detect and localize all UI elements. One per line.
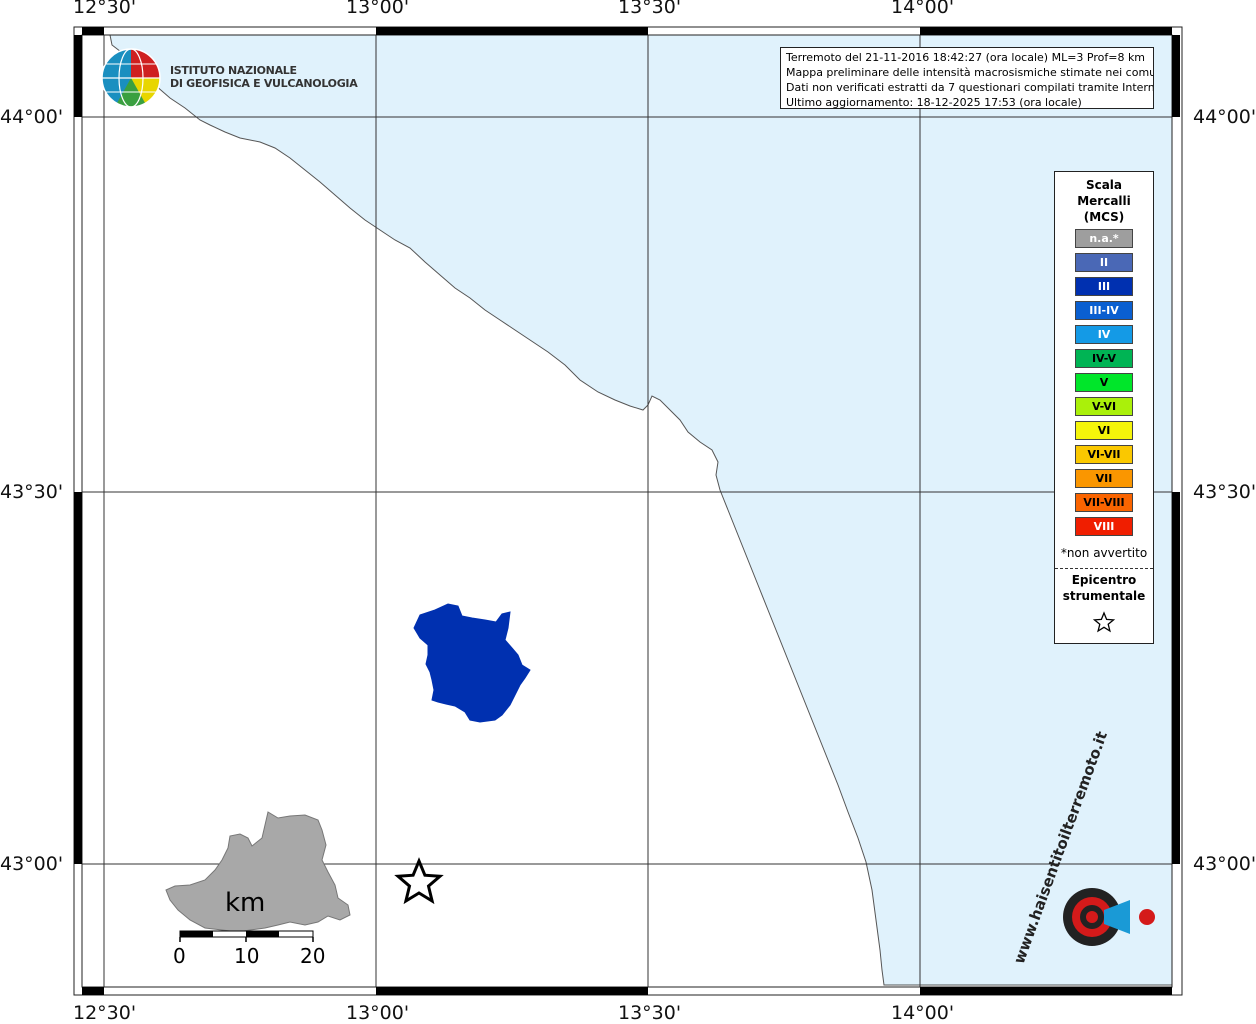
legend-item: II xyxy=(1075,253,1133,272)
ingv-logo-line1: ISTITUTO NAZIONALE xyxy=(170,64,297,77)
scale-tick-10: 10 xyxy=(234,944,260,968)
legend-item: VI-VII xyxy=(1075,445,1133,464)
legend-item: VIII xyxy=(1075,517,1133,536)
legend-title: Scala Mercalli (MCS) xyxy=(1055,177,1153,225)
scale-tick-20: 20 xyxy=(300,944,326,968)
legend-title-2: Mercalli xyxy=(1077,194,1131,208)
scale-unit-label: km xyxy=(225,888,266,918)
legend-item: VII-VIII xyxy=(1075,493,1133,512)
legend-item: VI xyxy=(1075,421,1133,440)
ingv-globe-icon xyxy=(101,48,161,108)
legend-note: *non avvertito xyxy=(1060,546,1148,560)
mcs-legend: Scala Mercalli (MCS) n.a.* II III III-IV IV I… xyxy=(1054,171,1154,644)
legend-item: IV-V xyxy=(1075,349,1133,368)
info-line-4: Ultimo aggiornamento: 18-12-2025 17:53 (… xyxy=(786,96,1082,109)
legend-title-3: (MCS) xyxy=(1083,210,1125,224)
legend-item: III xyxy=(1075,277,1133,296)
ingv-logo-text: ISTITUTO NAZIONALE DI GEOFISICA E VULCAN… xyxy=(170,64,358,90)
info-line-1: Terremoto del 21-11-2016 18:42:27 (ora l… xyxy=(786,51,1146,64)
legend-item: n.a.* xyxy=(1075,229,1133,248)
legend-epi-2: strumentale xyxy=(1062,589,1146,603)
legend-epicenter-label: Epicentro strumentale xyxy=(1055,572,1153,604)
legend-item: VII xyxy=(1075,469,1133,488)
legend-item: V xyxy=(1075,373,1133,392)
ingv-logo-line2: DI GEOFISICA E VULCANOLOGIA xyxy=(170,77,358,90)
legend-item: IV xyxy=(1075,325,1133,344)
star-outline-icon xyxy=(1092,611,1116,633)
legend-epi-1: Epicentro xyxy=(1071,573,1137,587)
legend-item: V-VI xyxy=(1075,397,1133,416)
earthquake-info-box: Terremoto del 21-11-2016 18:42:27 (ora l… xyxy=(780,47,1154,109)
info-line-3: Dati non verificati estratti da 7 questi… xyxy=(786,81,1154,94)
legend-title-1: Scala xyxy=(1085,178,1123,192)
scale-tick-0: 0 xyxy=(173,944,186,968)
legend-separator xyxy=(1055,568,1153,569)
info-line-2: Mappa preliminare delle intensità macros… xyxy=(786,66,1154,79)
legend-item: III-IV xyxy=(1075,301,1133,320)
